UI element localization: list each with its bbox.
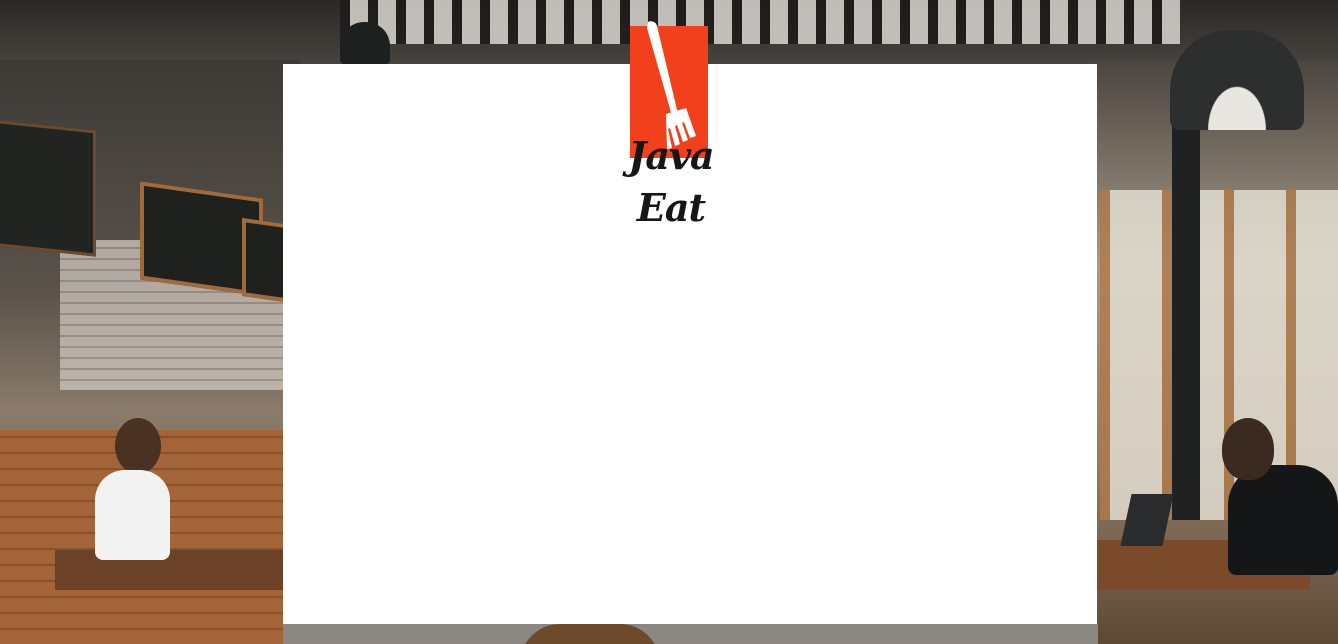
brand-logo: Java Eat	[600, 18, 740, 230]
brand-name: Java Eat	[628, 133, 714, 230]
person-head	[1222, 418, 1274, 480]
seated-person	[1228, 465, 1338, 575]
pendant-lamp	[1170, 30, 1304, 130]
seated-person	[95, 470, 170, 560]
pendant-lamp	[340, 22, 390, 64]
floor	[283, 624, 1098, 644]
ceiling-truss	[340, 0, 1180, 44]
chalkboard-menu	[0, 119, 96, 257]
login-screen: Java Eat	[0, 0, 1338, 644]
person-head	[115, 418, 161, 474]
table	[55, 550, 295, 590]
pillar	[1172, 120, 1200, 520]
